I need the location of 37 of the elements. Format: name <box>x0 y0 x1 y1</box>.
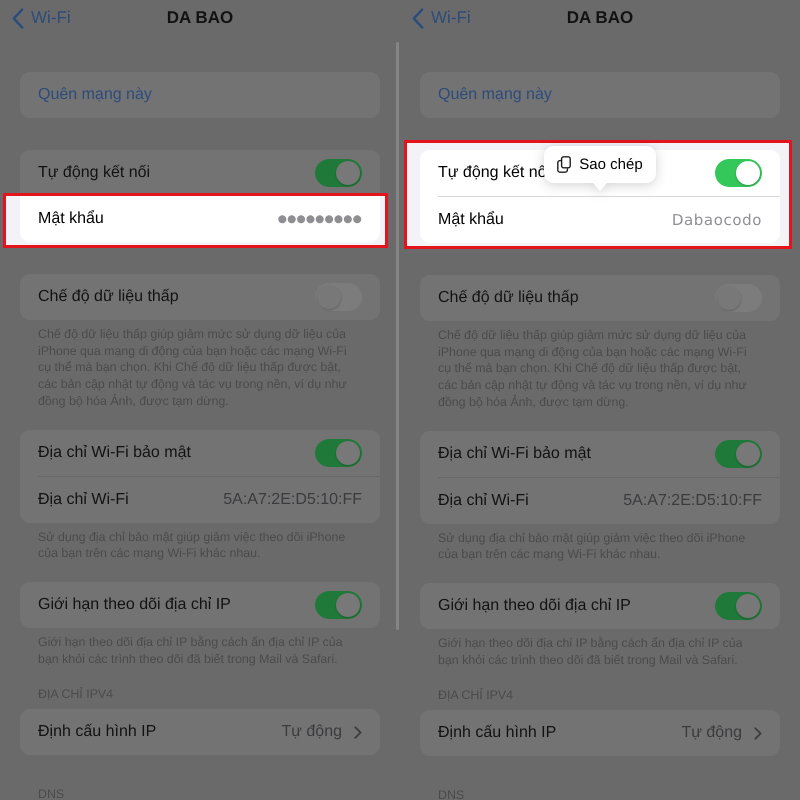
back-button[interactable]: Wi-Fi <box>412 8 471 28</box>
toggle-switch[interactable] <box>315 159 362 187</box>
back-button[interactable]: Wi-Fi <box>12 8 71 28</box>
action-button[interactable]: Quên mạng này <box>438 86 552 104</box>
toggle-switch[interactable] <box>715 159 762 187</box>
masked-password: ●●●●●●●●● <box>278 213 362 225</box>
setting-label: Chế độ dữ liệu thấp <box>438 289 579 307</box>
setting-label: Mật khẩu <box>438 211 504 229</box>
setting-value: Tự động <box>281 723 342 742</box>
setting-label: Địa chỉ Wi-Fi <box>438 492 529 510</box>
setting-label: Chế độ dữ liệu thấp <box>38 288 179 306</box>
setting-label: Địa chỉ Wi-Fi <box>38 490 129 509</box>
toggle-switch[interactable] <box>315 438 362 467</box>
toggle-switch[interactable] <box>715 592 762 620</box>
copy-icon <box>557 156 572 173</box>
chevron-icon <box>754 726 762 740</box>
chevron-left-icon <box>12 8 24 28</box>
setting-label: Giới hạn theo dõi địa chỉ IP <box>438 596 631 615</box>
nav-title: DA BAO <box>566 8 634 28</box>
setting-label: Địa chỉ Wi-Fi bảo mật <box>38 444 191 462</box>
copy-menu-item[interactable]: Sao chép <box>544 146 656 183</box>
toggle-switch[interactable] <box>315 590 362 619</box>
setting-label: Tự động kết nối <box>38 164 150 182</box>
setting-label: Định cấu hình IP <box>438 724 556 742</box>
toggle-switch[interactable] <box>715 440 762 468</box>
setting-label: Định cấu hình IP <box>38 723 156 742</box>
setting-label: Giới hạn theo dõi địa chỉ IP <box>38 596 231 614</box>
setting-value: Tự động <box>681 724 742 742</box>
nav-title: DA BAO <box>166 8 234 28</box>
setting-label: Địa chỉ Wi-Fi bảo mật <box>438 444 591 463</box>
setting-label: Mật khẩu <box>38 210 104 228</box>
setting-value: 5A:A7:2E:D5:10:FF <box>623 492 762 510</box>
chevron-icon <box>354 726 362 739</box>
action-button[interactable]: Quên mạng này <box>38 86 152 104</box>
setting-value: 5A:A7:2E:D5:10:FF <box>223 490 362 509</box>
chevron-left-icon <box>412 8 424 28</box>
password-value: Dabaocodo <box>672 211 762 229</box>
